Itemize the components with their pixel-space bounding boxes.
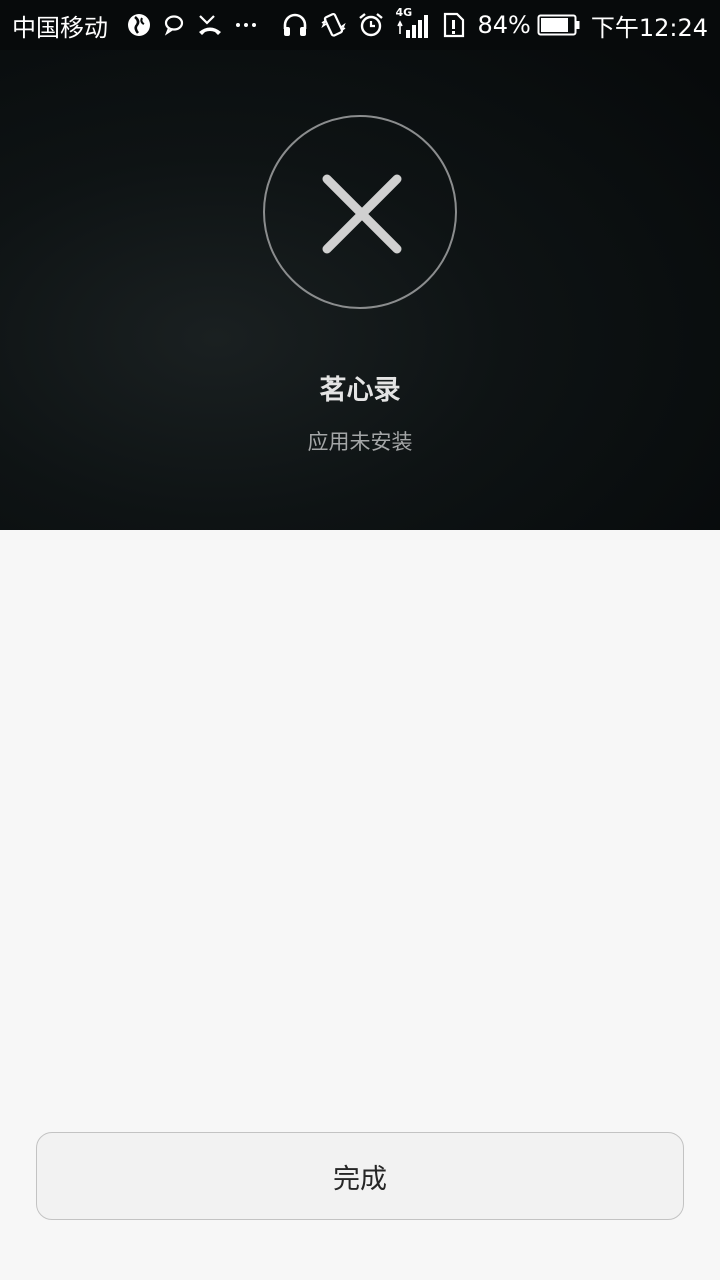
- install-failed-indicator: [263, 115, 457, 309]
- missed-call-icon: [196, 12, 224, 38]
- status-bar-right: 4G 84% 下午12:24: [271, 0, 708, 50]
- sim-alert-icon: [441, 11, 467, 39]
- install-status-message: 应用未安装: [307, 430, 413, 454]
- status-bar: 中国移动 4G 84% 下午12:24: [0, 0, 720, 50]
- network-type-label: 4G: [395, 6, 413, 19]
- more-dots-icon: [234, 13, 258, 37]
- clock: 下午12:24: [590, 13, 708, 42]
- done-button[interactable]: 完成: [36, 1132, 684, 1220]
- signal-icon: 4G: [395, 6, 431, 40]
- app-name: 茗心录: [319, 375, 401, 406]
- close-icon: [322, 174, 402, 254]
- install-result-header: 茗心录 应用未安装: [0, 50, 720, 530]
- alarm-icon: [357, 11, 385, 39]
- globe-icon: [126, 12, 152, 38]
- headphones-icon: [281, 11, 309, 39]
- battery-percent: 84%: [477, 11, 531, 39]
- vibrate-icon: [319, 11, 347, 39]
- battery-icon: [537, 13, 581, 37]
- carrier-name: 中国移动: [12, 13, 108, 42]
- status-bar-left: 中国移动: [12, 0, 258, 50]
- chat-bubble-icon: [162, 13, 186, 37]
